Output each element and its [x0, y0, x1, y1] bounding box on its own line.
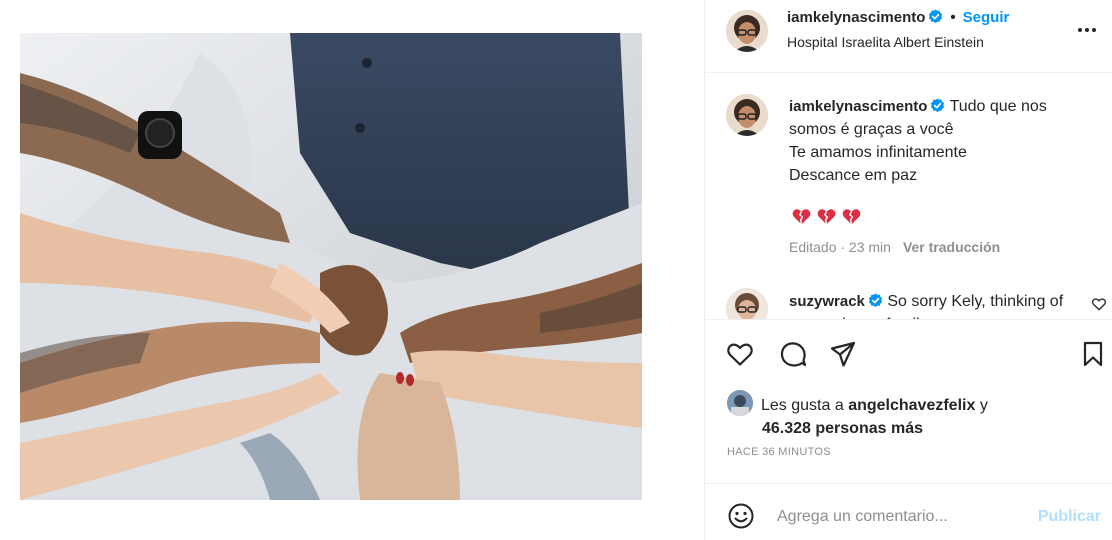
more-horizontal-icon[interactable]: [1075, 18, 1099, 42]
heart-outline-icon[interactable]: [725, 339, 755, 369]
comments-area[interactable]: iamkelynascimento Tudo que nos somos é g…: [705, 74, 1112, 320]
post-photo[interactable]: [20, 33, 642, 500]
caption-line-2: somos é graças a você: [789, 121, 954, 138]
caption-line-3: Te amamos infinitamente: [789, 144, 967, 161]
post-location[interactable]: Hospital Israelita Albert Einstein: [787, 34, 984, 50]
broken-heart-emoji: [816, 206, 837, 227]
author-line: iamkelynascimento • Seguir: [787, 9, 1009, 26]
author-avatar[interactable]: [726, 10, 768, 52]
verified-badge-icon: [928, 9, 943, 24]
publish-button[interactable]: Publicar: [1038, 508, 1101, 526]
edited-time: Editado · 23 min: [789, 239, 891, 255]
caption-avatar[interactable]: [726, 94, 768, 136]
add-comment-bar: Publicar: [705, 483, 1112, 540]
comment-icon[interactable]: [778, 339, 808, 369]
follow-button[interactable]: Seguir: [963, 9, 1010, 26]
likes-prefix: Les gusta a: [761, 397, 844, 414]
comment-input[interactable]: [777, 504, 1027, 530]
broken-heart-emoji: [791, 206, 812, 227]
post-media-area: [0, 0, 704, 540]
broken-heart-emoji: [841, 206, 862, 227]
caption-line-1: Tudo que nos: [949, 98, 1047, 115]
smiley-icon[interactable]: [726, 501, 756, 531]
caption-username[interactable]: iamkelynascimento: [789, 98, 927, 115]
comment: suzywrack So sorry Kely, thinking of you…: [789, 290, 1079, 319]
bookmark-icon[interactable]: [1078, 339, 1108, 369]
action-bar: [705, 336, 1112, 376]
post-timestamp[interactable]: HACE 36 MINUTOS: [727, 446, 831, 458]
likes-count[interactable]: 46.328 personas más: [762, 420, 923, 437]
heart-outline-icon[interactable]: [1091, 296, 1107, 312]
verified-badge-icon: [868, 293, 883, 308]
caption-emojis: [791, 206, 862, 227]
author-username[interactable]: iamkelynascimento: [787, 9, 925, 26]
caption-meta: Editado · 23 min Ver traducción: [789, 239, 1000, 255]
commenter-avatar[interactable]: [726, 288, 768, 319]
post-side-panel: iamkelynascimento • Seguir Hospital Israel…: [704, 0, 1112, 540]
translate-link[interactable]: Ver traducción: [903, 239, 1000, 255]
caption-line-4: Descance em paz: [789, 167, 918, 184]
liker-avatar[interactable]: [727, 390, 753, 416]
post-header: iamkelynascimento • Seguir Hospital Israel…: [705, 0, 1112, 73]
verified-badge-icon: [930, 98, 945, 113]
comment-body: So sorry Kely, thinking: [887, 293, 1046, 310]
likes-and: y: [979, 397, 988, 414]
post-caption: iamkelynascimento Tudo que nos somos é g…: [789, 95, 1089, 187]
liker-username[interactable]: angelchavezfelix: [848, 397, 975, 414]
commenter-username[interactable]: suzywrack: [789, 293, 865, 310]
likes-summary: Les gusta a angelchavezfelix y 46.328 pe…: [727, 390, 1107, 440]
separator-dot: •: [950, 9, 956, 26]
send-icon[interactable]: [828, 339, 858, 369]
